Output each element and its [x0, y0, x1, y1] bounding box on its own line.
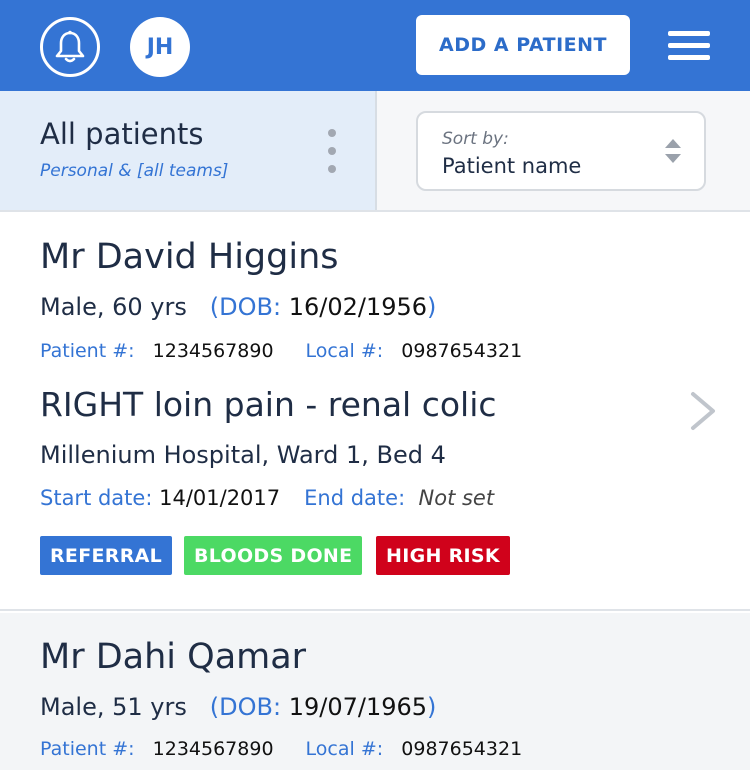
- dob-open-paren: (: [209, 293, 220, 321]
- filter-bar: All patients Personal & [all teams] Sort…: [0, 91, 750, 212]
- app-header: JH ADD A PATIENT: [0, 0, 750, 91]
- patient-identifiers: Patient #: 1234567890 Local #: 0987654321: [40, 738, 522, 760]
- sort-value: Patient name: [442, 154, 582, 178]
- tag-referral: REFERRAL: [40, 536, 173, 575]
- dob-value: 16/02/1956: [288, 293, 428, 321]
- bell-icon: [55, 30, 85, 63]
- patient-number-label: Patient #:: [40, 340, 135, 362]
- diagnosis: RIGHT loin pain - renal colic: [40, 385, 497, 424]
- add-patient-button[interactable]: ADD A PATIENT: [416, 15, 630, 75]
- hamburger-menu-icon: [668, 31, 710, 36]
- patient-card[interactable]: Mr David Higgins Male, 60 yrs (DOB: 16/0…: [0, 213, 750, 611]
- sort-select[interactable]: Sort by: Patient name: [416, 111, 706, 191]
- dob-label: DOB:: [219, 293, 282, 321]
- patient-card[interactable]: Mr Dahi Qamar Male, 51 yrs (DOB: 19/07/1…: [0, 613, 750, 770]
- dob-label: DOB:: [219, 693, 282, 721]
- patient-demographics: Male, 51 yrs (DOB: 19/07/1965): [40, 693, 436, 721]
- list-title: All patients: [40, 117, 204, 151]
- patient-name: Mr David Higgins: [40, 237, 339, 277]
- local-number-label: Local #:: [305, 340, 384, 362]
- sex-age: Male, 60 yrs: [40, 293, 187, 321]
- local-number: 0987654321: [401, 340, 523, 362]
- patient-number: 1234567890: [152, 738, 274, 760]
- patient-location: Millenium Hospital, Ward 1, Bed 4: [40, 441, 446, 469]
- end-date-label: End date:: [304, 486, 406, 510]
- patient-number-label: Patient #:: [40, 738, 135, 760]
- sort-label: Sort by:: [442, 129, 509, 149]
- patient-name: Mr Dahi Qamar: [40, 637, 307, 677]
- local-number-label: Local #:: [305, 738, 384, 760]
- hamburger-menu-icon: [668, 55, 710, 60]
- admission-dates: Start date: 14/01/2017 End date: Not set: [40, 486, 494, 510]
- dob-close-paren: ): [427, 293, 437, 321]
- patient-list-filter[interactable]: All patients Personal & [all teams]: [0, 91, 377, 210]
- hamburger-menu-icon: [668, 43, 710, 48]
- tag-high-risk: HIGH RISK: [376, 536, 510, 575]
- end-date: Not set: [418, 486, 495, 510]
- sort-arrows-icon: [665, 139, 681, 163]
- tag-bloods-done: BLOODS DONE: [184, 536, 363, 575]
- dob-value: 19/07/1965: [288, 693, 428, 721]
- list-scope: Personal & [all teams]: [40, 161, 229, 181]
- dob-open-paren: (: [209, 693, 220, 721]
- notifications-button[interactable]: [40, 17, 100, 77]
- user-avatar[interactable]: JH: [130, 17, 190, 77]
- menu-button[interactable]: [668, 30, 712, 62]
- start-date-label: Start date:: [40, 486, 153, 510]
- patient-demographics: Male, 60 yrs (DOB: 16/02/1956): [40, 293, 436, 321]
- start-date: 14/01/2017: [159, 486, 281, 510]
- sex-age: Male, 51 yrs: [40, 693, 187, 721]
- patient-identifiers: Patient #: 1234567890 Local #: 0987654321: [40, 340, 522, 362]
- vertical-dots-icon[interactable]: [325, 129, 339, 175]
- local-number: 0987654321: [401, 738, 523, 760]
- patient-number: 1234567890: [152, 340, 274, 362]
- dob-close-paren: ): [427, 693, 437, 721]
- chevron-right-icon[interactable]: [688, 391, 718, 431]
